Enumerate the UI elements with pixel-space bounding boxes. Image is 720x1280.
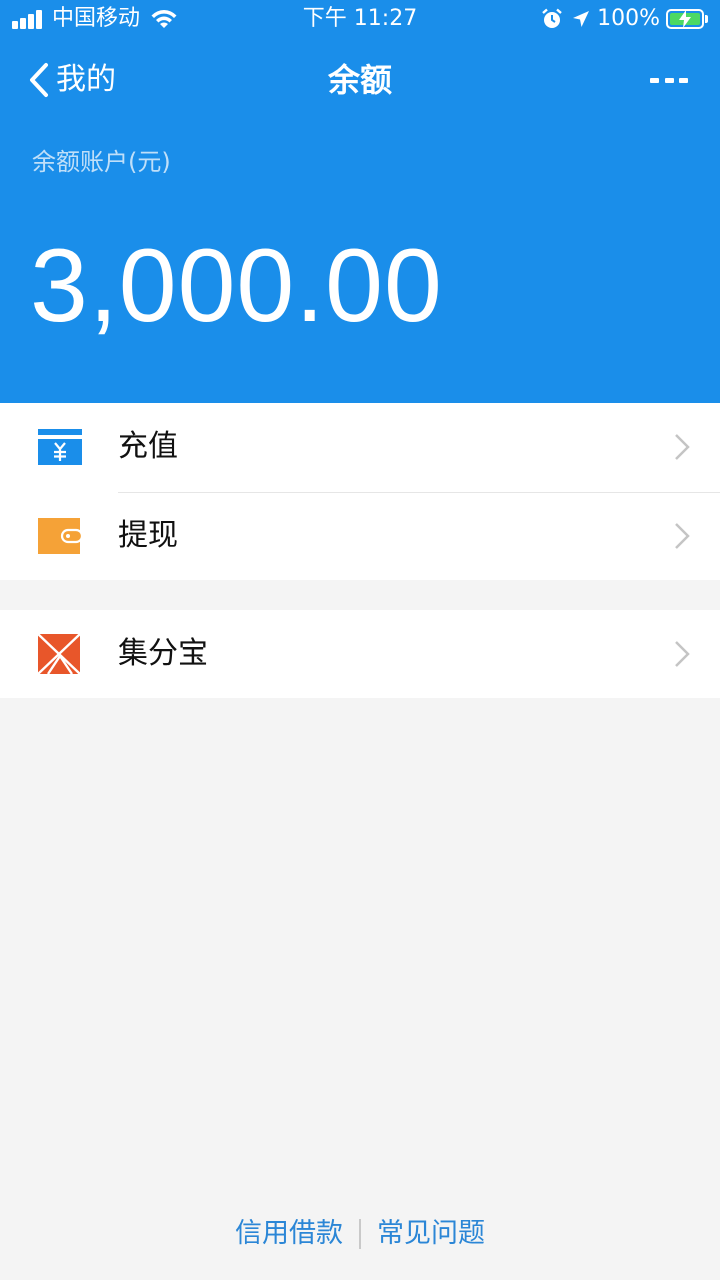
- recharge-label: 充值: [118, 429, 178, 464]
- withdraw-label: 提现: [118, 518, 178, 553]
- more-options-button[interactable]: [650, 72, 688, 88]
- page-title: 余额: [327, 61, 392, 99]
- more-dot-icon: [679, 77, 688, 83]
- status-right: 100%: [541, 6, 708, 32]
- alarm-clock-icon: [542, 8, 562, 28]
- points-group: 集分宝: [0, 610, 720, 698]
- recharge-yuan-icon: [38, 429, 82, 465]
- balance-header: 中国移动 下午 11:27 100% 我的 余额 余额账户(元) 3,000.0…: [0, 0, 720, 403]
- more-dot-icon: [664, 77, 674, 83]
- funds-actions-group: 充值 提现: [0, 403, 720, 580]
- chevron-right-icon: [675, 523, 690, 549]
- battery-percent: 100%: [597, 6, 660, 31]
- footer-separator: [359, 1219, 361, 1249]
- status-bar: 中国移动 下午 11:27 100%: [0, 0, 720, 38]
- jifenbao-icon: [38, 634, 81, 674]
- jifenbao-row[interactable]: 集分宝: [0, 610, 720, 698]
- location-arrow-icon: [573, 11, 590, 27]
- balance-amount: 3,000.00: [30, 228, 443, 344]
- wallet-icon: [38, 518, 82, 554]
- credit-loan-link[interactable]: 信用借款: [235, 1212, 343, 1256]
- chevron-right-icon: [675, 434, 690, 460]
- chevron-right-icon: [675, 641, 690, 667]
- recharge-row[interactable]: 充值: [0, 403, 720, 493]
- balance-label: 余额账户(元): [32, 148, 171, 176]
- battery-icon: [666, 9, 704, 29]
- footer-links: 信用借款 常见问题: [0, 1212, 720, 1256]
- battery-cap: [705, 15, 708, 23]
- withdraw-row[interactable]: 提现: [0, 492, 720, 580]
- faq-link[interactable]: 常见问题: [377, 1212, 485, 1256]
- more-dot-icon: [650, 77, 659, 83]
- jifenbao-label: 集分宝: [118, 636, 208, 671]
